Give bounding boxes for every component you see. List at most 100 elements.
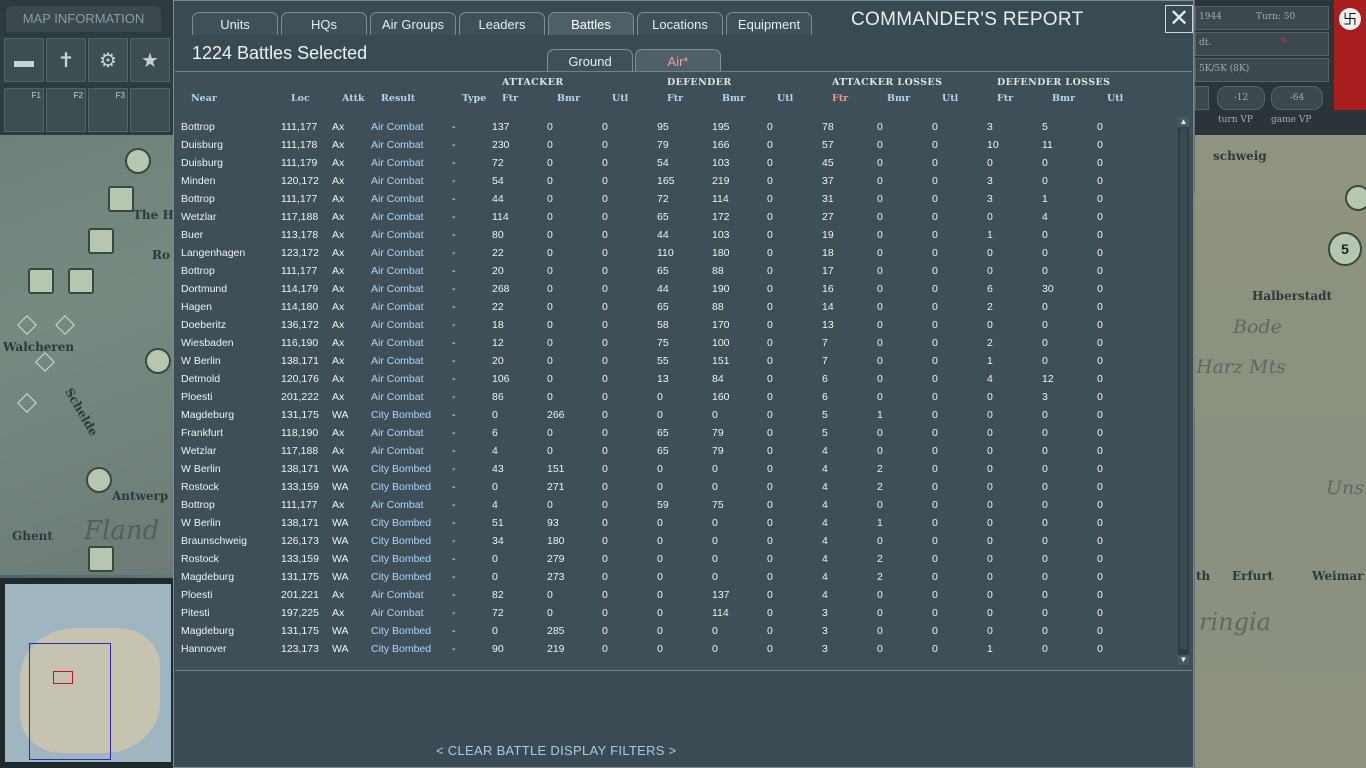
column-header-defloss-bmr[interactable]: Bmr <box>1052 93 1075 104</box>
scroll-up-icon[interactable]: ▲ <box>1178 117 1189 127</box>
column-header-def-ftr[interactable]: Ftr <box>667 93 683 104</box>
air-unit-icon[interactable] <box>88 228 114 254</box>
table-row[interactable]: Magdeburg 131,175 WA City Bombed - 0 273 0 0 0 0 4 2… <box>175 568 1175 586</box>
table-row[interactable]: Bottrop 111,177 Ax Air Combat - 137 0 0 95 195 0 78… <box>175 118 1175 136</box>
air-unit-icon[interactable] <box>68 268 94 294</box>
tab-air[interactable]: Air* <box>635 49 721 72</box>
air-mission-button[interactable] <box>130 88 170 132</box>
table-row[interactable]: Rostock 133,159 WA City Bombed - 0 271 0 0 0 0 4 2 0 0… <box>175 478 1175 496</box>
column-header-att-ftr[interactable]: Ftr <box>502 93 518 104</box>
cell-loc: 111,179 <box>281 157 318 169</box>
cell-near: Pitesti <box>181 607 210 619</box>
table-row[interactable]: Braunschweig 126,173 WA City Bombed - 34 180 0 0… <box>175 532 1175 550</box>
unit-counter-icon[interactable] <box>145 348 171 374</box>
column-header-attloss-utl[interactable]: Utl <box>942 93 958 104</box>
column-header-att-bmr[interactable]: Bmr <box>557 93 580 104</box>
cell-defloss-utl: 0 <box>1097 319 1103 331</box>
cell-attk: Ax <box>332 139 345 151</box>
tab-battles[interactable]: Battles <box>548 12 634 35</box>
table-row[interactable]: Magdeburg 131,175 WA City Bombed - 0 266 0 0 0 0 5 1… <box>175 406 1175 424</box>
column-header-defloss-utl[interactable]: Utl <box>1107 93 1123 104</box>
table-row[interactable]: Doeberitz 136,172 Ax Air Combat - 18 0 0 58 170 0 1… <box>175 316 1175 334</box>
cell-def-ftr: 0 <box>657 571 663 583</box>
cell-attloss-ftr: 45 <box>822 157 834 169</box>
column-header-attloss-ftr[interactable]: Ftr <box>832 93 848 104</box>
cell-loc: 111,178 <box>281 139 318 151</box>
air-unit-icon[interactable] <box>28 268 54 294</box>
cell-def-bmr: 88 <box>712 265 724 277</box>
tab-air-groups[interactable]: Air Groups <box>370 12 456 35</box>
f3-filter-button[interactable]: F3 <box>88 88 128 132</box>
cell-attloss-utl: 0 <box>932 589 938 601</box>
unit-counter-icon[interactable] <box>125 148 151 174</box>
f1-filter-button[interactable]: F1 <box>4 88 44 132</box>
table-row[interactable]: Pitesti 197,225 Ax Air Combat - 72 0 0 0 114 0 3 0 0 0… <box>175 604 1175 622</box>
table-row[interactable]: Dortmund 114,179 Ax Air Combat - 268 0 0 44 190 0 1… <box>175 280 1175 298</box>
table-row[interactable]: Rostock 133,159 WA City Bombed - 0 279 0 0 0 0 4 2 0 0… <box>175 550 1175 568</box>
scrollbar-thumb[interactable] <box>1180 129 1187 649</box>
column-header-def-bmr[interactable]: Bmr <box>722 93 745 104</box>
table-row[interactable]: Bottrop 111,177 Ax Air Combat - 4 0 0 59 75 0 4 0 0 0 0… <box>175 496 1175 514</box>
close-icon[interactable]: ✕ <box>1165 5 1193 33</box>
table-row[interactable]: W Berlin 138,171 Ax Air Combat - 20 0 0 55 151 0 7 0… <box>175 352 1175 370</box>
table-row[interactable]: Frankfurt 118,190 Ax Air Combat - 6 0 0 65 79 0 5 0 0… <box>175 424 1175 442</box>
table-row[interactable]: Hagen 114,180 Ax Air Combat - 22 0 0 65 88 0 14 0 0 2 0… <box>175 298 1175 316</box>
column-header-near[interactable]: Near <box>191 93 217 104</box>
unit-counter-icon[interactable] <box>86 467 112 493</box>
cell-attloss-utl: 0 <box>932 139 938 151</box>
column-header-att-utl[interactable]: Utl <box>612 93 628 104</box>
tab-leaders[interactable]: Leaders <box>459 12 545 35</box>
tab-equipment[interactable]: Equipment <box>726 12 812 35</box>
unit-stack-icon[interactable]: 5 <box>1328 232 1362 266</box>
table-row[interactable]: Wetzlar 117,188 Ax Air Combat - 4 0 0 65 79 0 4 0 0 0 0… <box>175 442 1175 460</box>
cell-defloss-utl: 0 <box>1097 571 1103 583</box>
table-row[interactable]: Ploesti 201,221 Ax Air Combat - 82 0 0 0 137 0 4 0 0 0… <box>175 586 1175 604</box>
table-row[interactable]: Bottrop 111,177 Ax Air Combat - 20 0 0 65 88 0 17 0 0… <box>175 262 1175 280</box>
combat-units-button[interactable]: ✝ <box>46 38 86 82</box>
unit-counter-icon[interactable] <box>1345 185 1366 211</box>
cell-attloss-bmr: 0 <box>877 535 883 547</box>
f2-filter-button[interactable]: F2 <box>46 88 86 132</box>
table-row[interactable]: Langenhagen 123,172 Ax Air Combat - 22 0 0 110 18… <box>175 244 1175 262</box>
column-header-defloss-ftr[interactable]: Ftr <box>997 93 1013 104</box>
table-row[interactable]: Magdeburg 131,175 WA City Bombed - 0 285 0 0 0 0 3 0… <box>175 622 1175 640</box>
air-unit-icon[interactable] <box>88 546 114 572</box>
column-header-attk[interactable]: Attk <box>342 93 365 104</box>
table-row[interactable]: Ploesti 201,222 Ax Air Combat - 86 0 0 0 160 0 6 0 0 0… <box>175 388 1175 406</box>
settings-gear-icon[interactable]: ⚙ <box>88 38 128 82</box>
minimap-view-frame[interactable] <box>29 643 111 760</box>
table-row[interactable]: Minden 120,172 Ax Air Combat - 54 0 0 165 219 0 37 0… <box>175 172 1175 190</box>
cell-def-ftr: 79 <box>657 139 669 151</box>
table-row[interactable]: W Berlin 138,171 WA City Bombed - 43 151 0 0 0 0 4 2… <box>175 460 1175 478</box>
table-row[interactable]: Bottrop 111,177 Ax Air Combat -44 0 0 72 114 0 31 0… <box>175 190 1175 208</box>
table-row[interactable]: Duisburg 111,178 Ax Air Combat - 230 0 0 79 166 0 5… <box>175 136 1175 154</box>
map-information-tab[interactable]: MAP INFORMATION <box>6 6 161 32</box>
column-header-loc[interactable]: Loc <box>291 93 310 104</box>
map-east-region[interactable] <box>1195 135 1366 768</box>
table-row[interactable]: Hannover 123,173 WA City Bombed - 90 219 0 0 0 0 3 0… <box>175 640 1175 658</box>
table-row[interactable]: Buer 113,178 Ax Air Combat - 80 0 0 44 103 0 19 0 0 1 0… <box>175 226 1175 244</box>
column-header-result[interactable]: Result <box>381 93 415 104</box>
ground-units-button[interactable]: ▬ <box>4 38 44 82</box>
table-row[interactable]: Detmold 120,176 Ax Air Combat - 106 0 0 13 84 0 6 0 0… <box>175 370 1175 388</box>
tab-units[interactable]: Units <box>192 12 278 35</box>
table-row[interactable]: W Berlin 138,171 WA City Bombed - 51 93 0 0 0 0 4 1 0… <box>175 514 1175 532</box>
table-row[interactable]: Wiesbaden 116,190 Ax Air Combat - 12 0 0 75 100 0 7… <box>175 334 1175 352</box>
clear-battle-filters-button[interactable]: < CLEAR BATTLE DISPLAY FILTERS > <box>436 743 677 758</box>
air-unit-icon[interactable] <box>108 186 134 212</box>
tab-locations[interactable]: Locations <box>637 12 723 35</box>
tab-hqs[interactable]: HQs <box>281 12 367 35</box>
star-button[interactable]: ★ <box>130 38 170 82</box>
table-row[interactable]: Wetzlar 117,188 Ax Air Combat - 114 0 0 65 172 0 27… <box>175 208 1175 226</box>
table-scrollbar[interactable]: ▲ ▼ <box>1178 117 1189 665</box>
column-header-type[interactable]: Type <box>462 93 486 104</box>
cell-attloss-utl: 0 <box>932 175 938 187</box>
scroll-down-icon[interactable]: ▼ <box>1178 655 1189 665</box>
table-row[interactable]: Duisburg 111,179 Ax Air Combat - 72 0 0 54 103 0 45… <box>175 154 1175 172</box>
cell-def-ftr: 13 <box>657 373 669 385</box>
cell-defloss-ftr: 0 <box>987 463 993 475</box>
column-header-attloss-bmr[interactable]: Bmr <box>887 93 910 104</box>
column-header-def-utl[interactable]: Utl <box>777 93 793 104</box>
cell-loc: 131,175 <box>281 571 319 583</box>
tab-ground[interactable]: Ground <box>547 49 633 72</box>
